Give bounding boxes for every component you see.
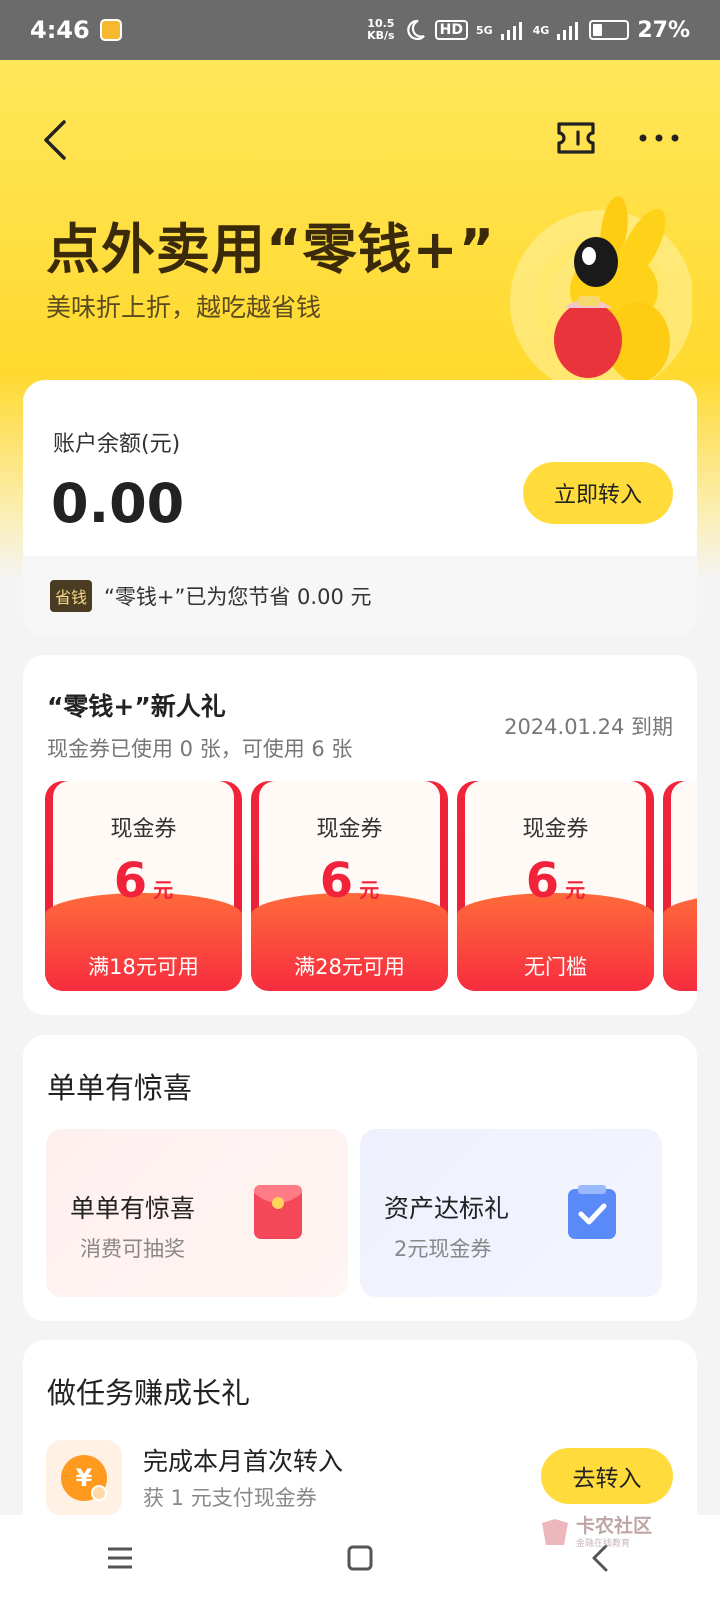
coupon-amount-number: 6 [113, 853, 148, 909]
hd-label: HD [434, 20, 468, 40]
watermark-text: 卡农社区 [576, 1514, 653, 1537]
red-envelope-icon [254, 1185, 302, 1239]
coupon-list[interactable]: 现金券 6元 满18元可用 现金券 6元 满28元可用 现金券 6元 无门槛 [45, 781, 697, 991]
svg-text:¥: ¥ [76, 1464, 93, 1492]
net-5g-label: 5G [475, 23, 493, 37]
tile-name: 资产达标礼 [384, 1194, 510, 1223]
coupon-amount: 6元 [457, 853, 654, 909]
coupon-bottom [663, 893, 697, 991]
coupon-condition: 无门槛 [524, 955, 587, 979]
tile-subtitle: 2元现金券 [394, 1237, 492, 1261]
coupon-condition: 满28元可用 [294, 955, 405, 979]
gift-title: “零钱+”新人礼 [47, 692, 226, 721]
go-transfer-button[interactable]: 去转入 [541, 1448, 673, 1504]
coupon-top [671, 781, 697, 911]
task-icon-container: ¥ [46, 1440, 122, 1516]
task-section-title: 做任务赚成长礼 [47, 1376, 251, 1410]
coupon-card[interactable]: 现金券 6元 无门槛 [457, 781, 654, 991]
coupon-amount-number: 6 [319, 853, 354, 909]
coupon-amount-unit: 元 [359, 878, 380, 902]
coupon-card[interactable]: 现金券 6元 满18元可用 [45, 781, 242, 991]
net-speed: 10.5 KB/s [367, 18, 394, 42]
status-time: 4:46 [30, 16, 90, 44]
savings-row: 省钱 “零钱+”已为您节省 0.00 元 [23, 556, 697, 636]
notification-app-icon [99, 19, 122, 41]
signal-4g-icon [557, 22, 579, 40]
coupon-amount-number: 6 [525, 853, 560, 909]
task-subtitle: 获 1 元支付现金券 [143, 1486, 317, 1510]
recent-apps-button[interactable] [90, 1528, 150, 1588]
home-button[interactable] [330, 1528, 390, 1588]
square-home-icon [347, 1545, 373, 1570]
coupon-amount-unit: 元 [565, 878, 586, 902]
back-arrow-icon[interactable] [38, 118, 72, 162]
hero-subtitle: 美味折上折，越吃越省钱 [46, 293, 322, 322]
coupon-name: 现金券 [522, 817, 589, 842]
gift-expire-date: 2024.01.24 到期 [504, 715, 673, 739]
tile-name: 单单有惊喜 [70, 1194, 196, 1223]
signal-5g-icon [500, 22, 522, 40]
checklist-icon [568, 1185, 616, 1239]
tile-subtitle: 消费可抽奖 [80, 1237, 185, 1261]
asset-reward-tile[interactable]: 资产达标礼 2元现金券 [360, 1129, 662, 1297]
status-indicators: 10.5 KB/s HD 5G 4G 27% [367, 18, 690, 43]
hero-title: 点外卖用“零钱+” [46, 218, 496, 281]
savings-tag: 省钱 [50, 580, 93, 612]
ticket-icon[interactable] [556, 120, 596, 156]
coupon-name: 现金券 [316, 817, 383, 842]
surprise-card: 单单有惊喜 单单有惊喜 消费可抽奖 资产达标礼 2元现金券 [23, 1035, 697, 1321]
surprise-section-title: 单单有惊喜 [47, 1071, 193, 1105]
watermark-subtext: 金融在线教育 [576, 1538, 631, 1549]
balance-value: 0.00 [51, 472, 185, 535]
coupon-amount: 6元 [45, 853, 242, 909]
newcomer-gift-card: “零钱+”新人礼 现金券已使用 0 张，可使用 6 张 2024.01.24 到… [23, 655, 697, 1015]
menu-lines-icon [108, 1547, 132, 1568]
coupon-card[interactable]: 现金券 6元 满28元可用 [251, 781, 448, 991]
task-name: 完成本月首次转入 [143, 1447, 344, 1476]
battery-text: 27% [637, 17, 690, 43]
balance-card: 账户余额(元) 0.00 立即转入 省钱 “零钱+”已为您节省 0.00 元 [23, 380, 697, 636]
status-bar: 4:46 10.5 KB/s HD 5G 4G 27% [0, 0, 720, 60]
coupon-name: 现金券 [110, 817, 177, 842]
net-speed-unit: KB/s [367, 29, 395, 42]
gift-subtitle: 现金券已使用 0 张，可使用 6 张 [47, 737, 353, 761]
watermark-mark-icon [542, 1519, 568, 1545]
lottery-tile[interactable]: 单单有惊喜 消费可抽奖 [46, 1129, 348, 1297]
yuan-coin-icon: ¥ [61, 1455, 107, 1501]
net-4g-label: 4G [532, 23, 550, 37]
more-options-icon[interactable] [638, 126, 680, 150]
watermark-logo: 卡农社区 金融在线教育 [538, 1512, 678, 1552]
coupon-card-partial[interactable] [663, 781, 697, 991]
moon-icon [406, 19, 425, 41]
battery-fill [593, 24, 603, 36]
balance-label: 账户余额(元) [53, 432, 181, 457]
coupon-amount: 6元 [251, 853, 448, 909]
savings-text: “零钱+”已为您节省 0.00 元 [104, 585, 372, 609]
coupon-amount-unit: 元 [153, 878, 174, 902]
kangaroo-mascot-icon [510, 196, 692, 390]
coupon-condition: 满18元可用 [88, 955, 199, 979]
battery-icon [589, 20, 630, 40]
transfer-in-button[interactable]: 立即转入 [523, 462, 673, 524]
